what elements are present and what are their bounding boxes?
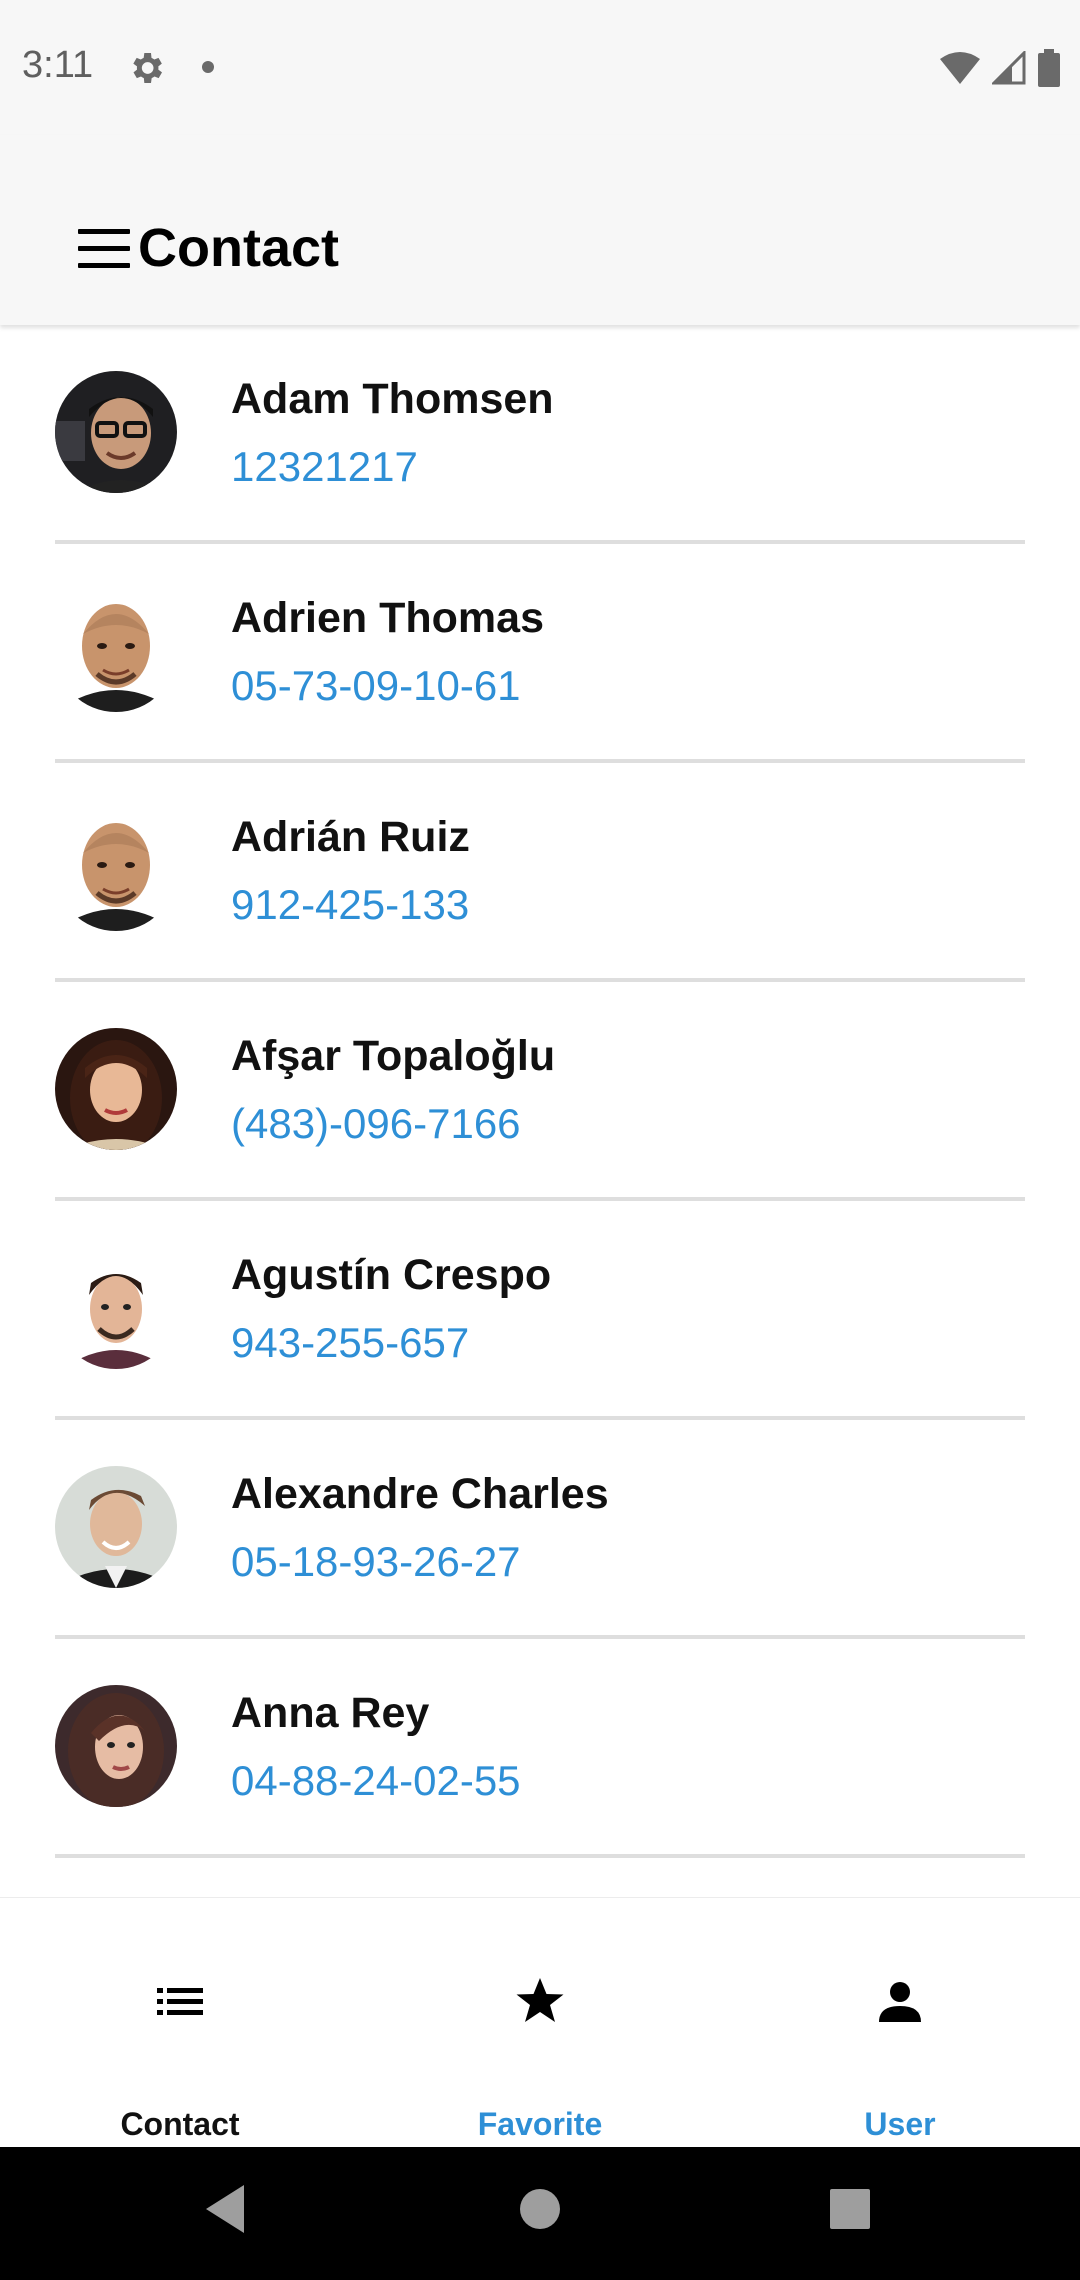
contact-phone[interactable]: (483)-096-7166 (231, 1100, 521, 1148)
tab-label: Contact (120, 2106, 240, 2142)
tab-user[interactable]: User (720, 1898, 1080, 2148)
app-bar: Contact (0, 135, 1080, 325)
status-icons (940, 48, 1060, 88)
contact-phone[interactable]: 943-255-657 (231, 1319, 469, 1367)
person-icon (879, 1982, 921, 2022)
notification-dot-icon (202, 61, 214, 73)
wifi-icon (940, 52, 980, 84)
contact-item[interactable]: Adrien Thomas 05-73-09-10-61 (55, 544, 1025, 763)
contact-name: Adrien Thomas (231, 594, 544, 642)
avatar (55, 1685, 177, 1807)
hamburger-menu-icon[interactable] (78, 229, 130, 269)
back-icon[interactable] (204, 2183, 248, 2235)
contact-item[interactable]: Adrián Ruiz 912-425-133 (55, 763, 1025, 982)
contact-phone[interactable]: 05-18-93-26-27 (231, 1538, 521, 1586)
contact-item[interactable]: Alexandre Charles 05-18-93-26-27 (55, 1420, 1025, 1639)
status-bar: 3:11 (0, 0, 1080, 135)
tab-favorite[interactable]: Favorite (360, 1898, 720, 2148)
list-icon (157, 1988, 203, 2015)
contact-phone[interactable]: 12321217 (231, 443, 418, 491)
contact-name: Anna Rey (231, 1689, 430, 1737)
tab-contact[interactable]: Contact (0, 1898, 360, 2148)
status-time: 3:11 (22, 44, 94, 86)
contact-item[interactable]: Agustín Crespo 943-255-657 (55, 1201, 1025, 1420)
contact-name: Alexandre Charles (231, 1470, 609, 1518)
contact-item[interactable]: Anna Rey 04-88-24-02-55 (55, 1639, 1025, 1858)
avatar (55, 590, 177, 712)
contact-name: Agustín Crespo (231, 1251, 552, 1299)
contact-phone[interactable]: 05-73-09-10-61 (231, 662, 521, 710)
contact-name: Afşar Topaloğlu (231, 1032, 556, 1080)
system-navigation-bar (0, 2147, 1080, 2280)
tab-label: User (864, 2106, 936, 2142)
contact-name: Adrián Ruiz (231, 813, 470, 861)
star-icon (516, 1978, 564, 2022)
avatar (55, 1028, 177, 1150)
home-icon[interactable] (518, 2183, 562, 2235)
avatar (55, 1247, 177, 1369)
tab-label: Favorite (477, 2106, 603, 2142)
contact-phone[interactable]: 04-88-24-02-55 (231, 1757, 521, 1805)
contact-name: Adam Thomsen (231, 375, 554, 423)
avatar (55, 809, 177, 931)
contact-phone[interactable]: 912-425-133 (231, 881, 469, 929)
cell-signal-icon (992, 51, 1026, 85)
recents-icon[interactable] (828, 2183, 872, 2235)
bottom-navigation: Contact Favorite User (0, 1897, 1080, 2147)
contact-list[interactable]: Adam Thomsen 12321217 Adrien Thomas 05-7… (0, 325, 1080, 1897)
contact-item[interactable]: Adam Thomsen 12321217 (55, 325, 1025, 544)
contact-item[interactable]: Afşar Topaloğlu (483)-096-7166 (55, 982, 1025, 1201)
battery-icon (1038, 49, 1060, 87)
avatar (55, 1466, 177, 1588)
avatar (55, 371, 177, 493)
page-title: Contact (138, 218, 339, 278)
gear-icon (133, 53, 162, 83)
